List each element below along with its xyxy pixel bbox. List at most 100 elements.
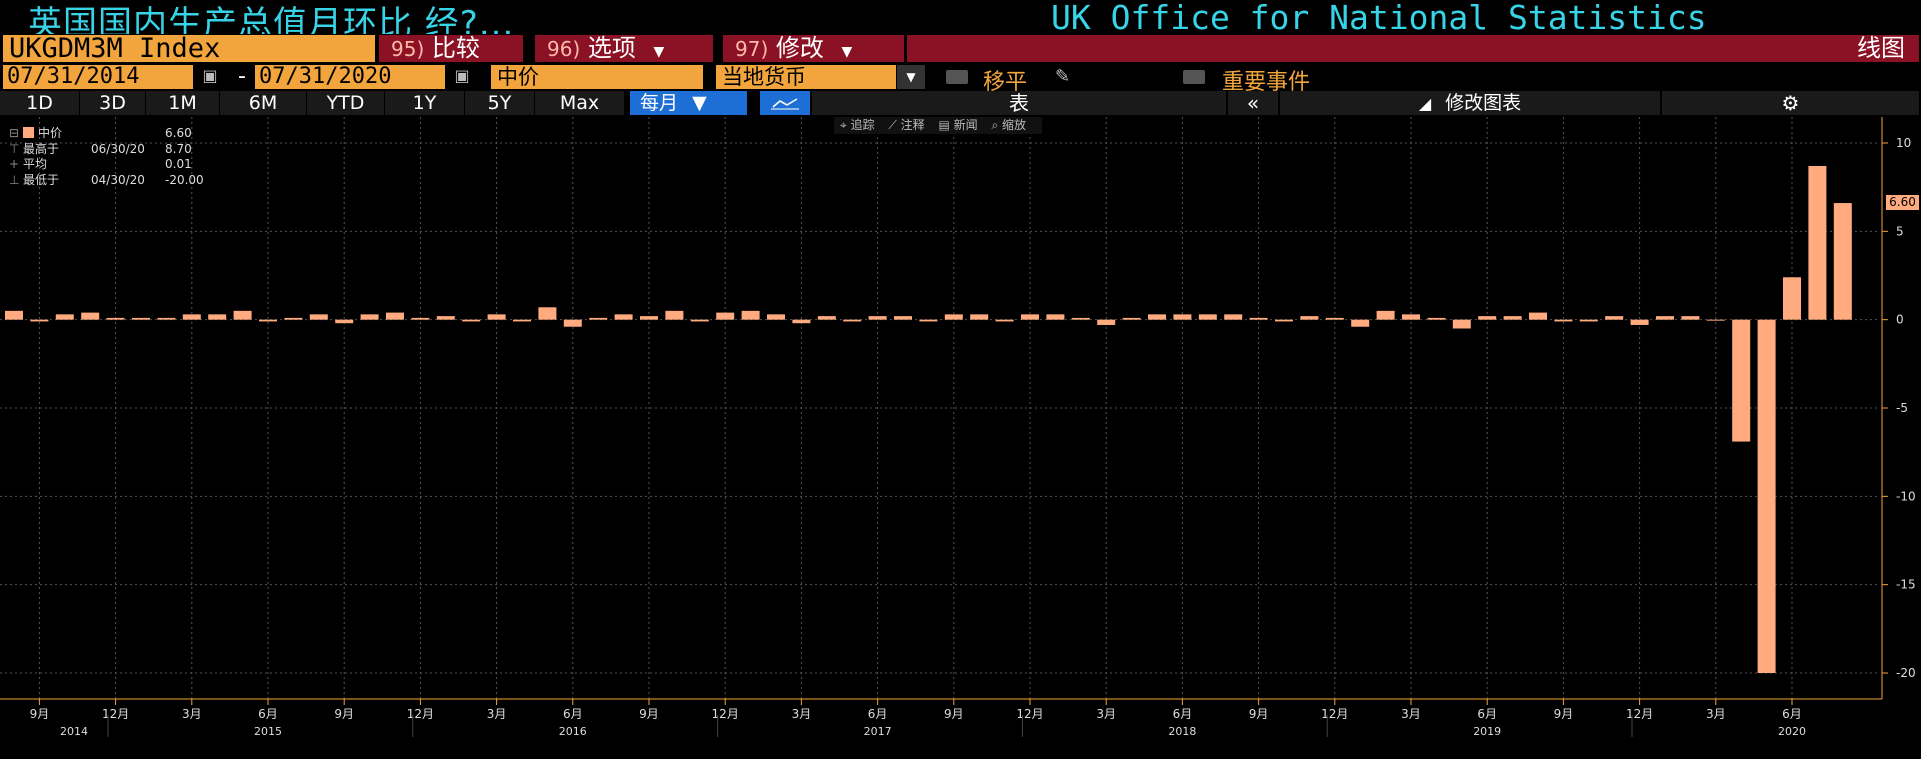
- legend-high: ⊤ 最高于 06/30/20 8.70: [9, 141, 192, 156]
- y-tick-label: -10: [1896, 489, 1916, 503]
- x-year-label: 2020: [1778, 725, 1806, 738]
- period-3d-button[interactable]: 3D: [80, 91, 146, 115]
- edit-chart-button[interactable]: ◢ 修改图表: [1280, 91, 1660, 115]
- period-1m-button[interactable]: 1M: [146, 91, 220, 115]
- x-tick-label: 12月: [102, 707, 129, 721]
- x-year-label: 2016: [559, 725, 587, 738]
- y-tick-label: 10: [1896, 136, 1911, 150]
- bar: [284, 317, 303, 320]
- x-tick-label: 3月: [792, 707, 812, 721]
- period-ytd-button[interactable]: YTD: [307, 91, 385, 115]
- line-chart-toggle[interactable]: [760, 91, 810, 115]
- bar: [1427, 317, 1446, 320]
- start-date-input[interactable]: 07/31/2014: [3, 65, 193, 89]
- bar: [1097, 319, 1116, 325]
- end-date-input[interactable]: 07/31/2020: [255, 65, 445, 89]
- x-tick-label: 6月: [1173, 707, 1193, 721]
- x-tick-label: 9月: [1554, 707, 1574, 721]
- chart-type-bar[interactable]: 线图: [907, 35, 1919, 62]
- track-button[interactable]: ⌖ 追踪: [840, 118, 875, 132]
- bar: [1452, 319, 1471, 329]
- bar: [792, 319, 811, 324]
- options-menu-button[interactable]: 96) 选项 ▼: [535, 35, 713, 62]
- move-flat-checkbox[interactable]: [946, 70, 968, 84]
- period-6m-button[interactable]: 6M: [220, 91, 307, 115]
- options-menu-label: 选项: [587, 34, 636, 62]
- bar: [106, 317, 125, 320]
- bar: [1198, 314, 1217, 320]
- edit-chart-label: 修改图表: [1445, 92, 1522, 114]
- bar: [995, 319, 1014, 322]
- x-tick-label: 3月: [1706, 707, 1726, 721]
- bar: [1351, 319, 1370, 327]
- y-tick-label: 0: [1896, 313, 1904, 327]
- line-chart-icon: [771, 98, 799, 110]
- y-tick-label: -5: [1896, 401, 1908, 415]
- legend-series-value: 6.60: [165, 126, 192, 140]
- pencil-icon[interactable]: ✎: [1055, 66, 1070, 87]
- x-tick-label: 6月: [868, 707, 888, 721]
- collapse-icon[interactable]: «: [1228, 91, 1278, 115]
- bar: [208, 314, 227, 320]
- bar: [132, 317, 150, 320]
- x-tick-label: 6月: [1477, 707, 1497, 721]
- annotate-button[interactable]: ⟋ 注释: [888, 118, 924, 132]
- bar: [563, 319, 582, 327]
- table-view-button[interactable]: 表: [812, 91, 1226, 115]
- edit-menu-button[interactable]: 97) 修改 ▼: [723, 35, 904, 62]
- bar: [589, 317, 608, 320]
- bar: [309, 314, 328, 320]
- bar: [690, 319, 709, 322]
- ticker-input[interactable]: UKGDM3M Index: [3, 35, 375, 62]
- bar: [1554, 319, 1573, 322]
- chevron-down-icon[interactable]: ▼: [897, 65, 925, 89]
- period-1d-button[interactable]: 1D: [0, 91, 80, 115]
- bar-series: [5, 165, 1852, 673]
- period-max-button[interactable]: Max: [535, 91, 625, 115]
- x-tick-label: 6月: [563, 707, 583, 721]
- bar: [1402, 314, 1420, 320]
- bar: [55, 314, 74, 320]
- period-1y-button[interactable]: 1Y: [385, 91, 465, 115]
- news-button[interactable]: ▤ 新闻: [938, 118, 977, 132]
- x-tick-label: 12月: [407, 707, 434, 721]
- price-field-select[interactable]: 中价: [491, 65, 703, 89]
- calendar-icon[interactable]: ▣: [452, 67, 472, 85]
- bar: [1757, 319, 1776, 673]
- x-tick-label: 3月: [1096, 707, 1116, 721]
- x-year-label: 2017: [864, 725, 892, 738]
- zoom-button[interactable]: ⌕ 缩放: [991, 118, 1026, 132]
- legend-low-value: -20.00: [165, 172, 204, 187]
- chevron-down-icon: ▼: [841, 44, 853, 60]
- frequency-select[interactable]: 每月 ▼: [630, 91, 747, 115]
- period-bar: 1D 3D 1M 6M YTD 1Y 5Y Max 每月 ▼ 表 « ◢ 修改图…: [0, 91, 1921, 115]
- gear-icon[interactable]: ⚙: [1662, 91, 1919, 115]
- bar: [513, 319, 531, 322]
- events-checkbox[interactable]: [1183, 70, 1205, 84]
- bar: [386, 312, 404, 320]
- command-bar: UKGDM3M Index 95) 比较 96) 选项 ▼ 97) 修改 ▼ 线…: [0, 34, 1921, 63]
- bar: [1046, 314, 1065, 320]
- x-tick-label: 9月: [1249, 707, 1269, 721]
- x-tick-label: 9月: [639, 707, 659, 721]
- bar: [1503, 316, 1522, 320]
- bar: [1833, 203, 1852, 320]
- x-tick-label: 9月: [944, 707, 964, 721]
- y-tick-label: -20: [1896, 666, 1916, 680]
- currency-select[interactable]: 当地货币: [716, 65, 896, 89]
- bar: [1148, 314, 1166, 320]
- calendar-icon[interactable]: ▣: [200, 67, 220, 85]
- bar: [1021, 314, 1039, 320]
- bar: [182, 314, 201, 320]
- legend-series: ⊟ 中价 6.60: [9, 126, 192, 140]
- bar: [894, 316, 912, 320]
- bar: [1808, 165, 1827, 320]
- compare-menu-button[interactable]: 95) 比较: [379, 35, 523, 62]
- legend-avg-label: 平均: [23, 157, 48, 171]
- x-tick-label: 3月: [487, 707, 507, 721]
- period-5y-button[interactable]: 5Y: [465, 91, 535, 115]
- legend-low-date: 04/30/20: [91, 172, 145, 187]
- x-tick-label: 3月: [1401, 707, 1421, 721]
- bar-chart[interactable]: 10 5 0 -5 -10 -15 -20 9月 12月 3月 6月 9月 12月 3月 6月 9月 12月 3月…: [0, 115, 1921, 759]
- chevron-down-icon: ▼: [692, 92, 707, 114]
